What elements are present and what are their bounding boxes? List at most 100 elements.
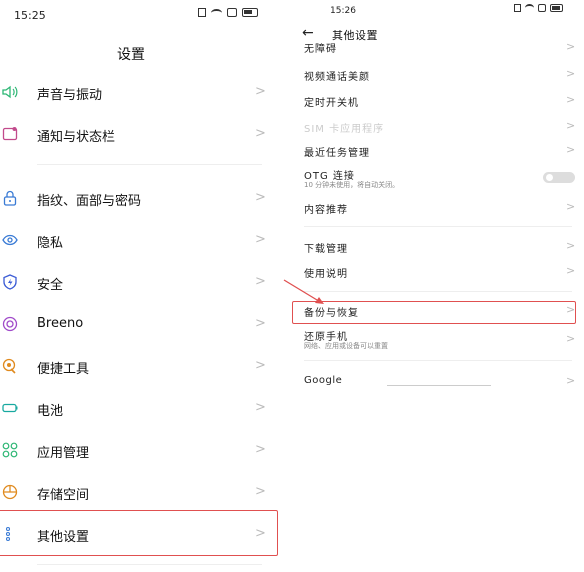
settings-item-label: 指纹、面部与密码 (37, 194, 142, 209)
settings-item-label: 其他设置 (37, 530, 90, 545)
settings-item-label: 隐私 (37, 236, 64, 251)
other-item-label: 无障碍 (304, 44, 337, 55)
other-item-label: 最近任务管理 (304, 148, 370, 159)
page-title: 其他设置 (332, 29, 378, 42)
notification-icon (2, 126, 18, 142)
other-item-subtitle: 网络、应用或设备可以重置 (304, 342, 388, 350)
wifi-icon (211, 8, 222, 17)
chevron-right-icon: > (566, 42, 576, 53)
settings-item-fingerprint[interactable]: 指纹、面部与密码 > (0, 184, 292, 214)
battery-status-icon (242, 8, 258, 17)
storage-icon (2, 484, 18, 500)
other-item-accessibility[interactable]: 无障碍 > (292, 42, 584, 56)
other-item-download-manager[interactable]: 下载管理 > (292, 238, 584, 256)
status-time: 15:25 (14, 9, 46, 22)
sim-icon (227, 8, 237, 17)
settings-item-label: 声音与振动 (37, 88, 103, 103)
other-item-scheduled-power[interactable]: 定时开关机 > (292, 92, 584, 110)
other-item-user-guide[interactable]: 使用说明 > (292, 263, 584, 281)
chevron-right-icon: > (566, 143, 576, 156)
chevron-right-icon: > (566, 374, 576, 387)
tools-icon (2, 358, 18, 374)
annotation-arrow (283, 279, 324, 304)
otg-toggle[interactable] (543, 172, 575, 183)
other-item-backup-restore[interactable]: 备份与恢复 > (292, 302, 584, 320)
chevron-right-icon: > (566, 332, 576, 345)
chevron-right-icon: > (566, 67, 576, 80)
page-title: 设置 (117, 47, 145, 63)
chevron-right-icon: > (255, 274, 266, 289)
chevron-right-icon: > (566, 93, 576, 106)
other-item-subtitle: 10 分钟未使用，将自动关闭。 (304, 181, 400, 189)
chevron-right-icon: > (255, 316, 266, 331)
other-item-google[interactable]: Google > (292, 373, 584, 391)
other-item-reset-phone[interactable]: 还原手机 网络、应用或设备可以重置 > (292, 327, 584, 353)
other-item-recent-tasks[interactable]: 最近任务管理 > (292, 142, 584, 160)
chevron-right-icon: > (566, 239, 576, 252)
other-item-label: 下载管理 (304, 244, 348, 255)
divider (304, 291, 572, 292)
more-settings-icon (2, 526, 18, 542)
other-item-video-beauty[interactable]: 视频通话美颜 > (292, 66, 584, 84)
settings-item-label: 通知与状态栏 (37, 130, 116, 145)
apps-icon (2, 442, 18, 458)
settings-item-security[interactable]: 安全 > (0, 268, 292, 298)
other-item-label: 视频通话美颜 (304, 72, 370, 83)
status-bar: 15:25 (0, 0, 292, 28)
settings-item-other[interactable]: 其他设置 > (0, 520, 292, 550)
settings-item-privacy[interactable]: 隐私 > (0, 226, 292, 256)
status-time: 15:26 (330, 6, 356, 16)
chevron-right-icon: > (255, 484, 266, 499)
status-icons (514, 4, 563, 12)
chevron-right-icon: > (566, 264, 576, 277)
settings-item-label: 存储空间 (37, 488, 90, 503)
divider (37, 564, 262, 565)
chevron-right-icon: > (255, 126, 266, 141)
chevron-right-icon: > (566, 119, 576, 132)
chevron-right-icon: > (255, 190, 266, 205)
settings-item-apps[interactable]: 应用管理 > (0, 436, 292, 466)
sim-icon (538, 4, 546, 12)
chevron-right-icon: > (566, 200, 576, 213)
status-icons (198, 8, 258, 17)
settings-item-breeno[interactable]: Breeno > (0, 310, 292, 340)
vibrate-icon (514, 4, 521, 12)
chevron-right-icon: > (255, 232, 266, 247)
battery-status-icon (550, 4, 563, 12)
privacy-eye-icon (2, 232, 18, 248)
divider (387, 385, 491, 386)
settings-item-battery[interactable]: 电池 > (0, 394, 292, 424)
other-item-label: 内容推荐 (304, 205, 348, 216)
divider (304, 226, 572, 227)
chevron-right-icon: > (566, 303, 576, 316)
breeno-icon (2, 316, 18, 332)
settings-item-storage[interactable]: 存储空间 > (0, 478, 292, 508)
settings-item-sound[interactable]: 声音与振动 > (0, 78, 292, 108)
chevron-right-icon: > (255, 400, 266, 415)
settings-item-label: Breeno (37, 316, 84, 331)
settings-item-notifications[interactable]: 通知与状态栏 > (0, 120, 292, 150)
lock-icon (2, 190, 18, 206)
settings-item-label: 便捷工具 (37, 362, 90, 377)
other-item-otg[interactable]: OTG 连接 10 分钟未使用，将自动关闭。 (292, 166, 584, 192)
divider (37, 164, 262, 165)
other-item-label: Google (304, 375, 343, 386)
divider (304, 360, 572, 361)
settings-item-label: 应用管理 (37, 446, 90, 461)
chevron-right-icon: > (255, 84, 266, 99)
shield-icon (2, 274, 18, 290)
back-arrow-icon[interactable]: ← (302, 25, 314, 41)
battery-icon (2, 400, 18, 416)
other-item-content-recommend[interactable]: 内容推荐 > (292, 199, 584, 217)
other-settings-screen: 15:26 ← 其他设置 无障碍 > 视频通话美颜 > 定时开关机 > SIM … (292, 0, 584, 572)
settings-item-tools[interactable]: 便捷工具 > (0, 352, 292, 382)
settings-item-label: 安全 (37, 278, 64, 293)
other-item-label: SIM 卡应用程序 (304, 124, 385, 135)
vibrate-icon (198, 8, 206, 17)
other-item-sim-apps: SIM 卡应用程序 > (292, 118, 584, 136)
speaker-icon (2, 84, 18, 100)
other-item-label: 定时开关机 (304, 98, 359, 109)
chevron-right-icon: > (255, 526, 266, 541)
status-bar: 15:26 (292, 0, 584, 28)
chevron-right-icon: > (255, 358, 266, 373)
